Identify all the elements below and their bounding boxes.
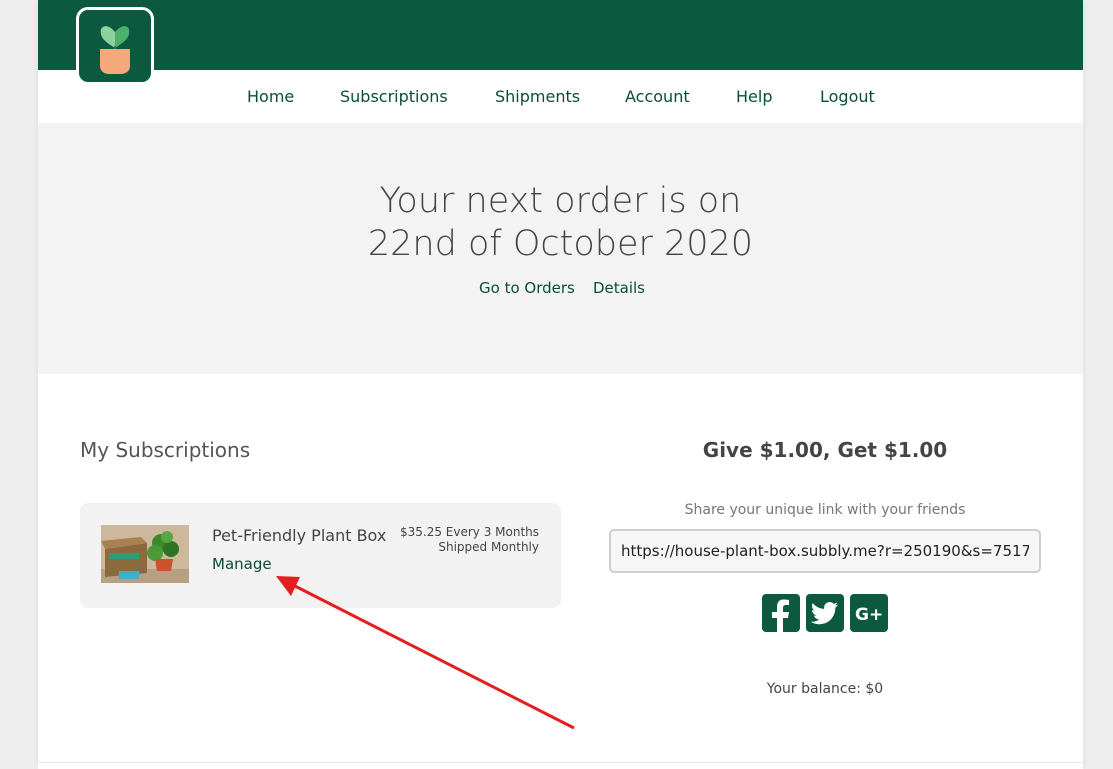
manage-link[interactable]: Manage: [212, 555, 272, 573]
my-subscriptions-title: My Subscriptions: [80, 438, 251, 462]
subscription-card: Pet-Friendly Plant Box Manage $35.25 Eve…: [80, 503, 561, 608]
plant-box-image-icon: [101, 525, 189, 583]
svg-text:G+: G+: [855, 605, 883, 625]
referral-title: Give $1.00, Get $1.00: [702, 438, 948, 462]
nav-home[interactable]: Home: [247, 87, 294, 106]
referral-link-input[interactable]: [609, 529, 1041, 573]
page: Home Subscriptions Shipments Account Hel…: [38, 0, 1083, 769]
nav-subscriptions[interactable]: Subscriptions: [340, 87, 448, 106]
referral-balance: Your balance: $0: [766, 681, 884, 697]
next-order-date: 22nd of October 2020: [367, 224, 754, 264]
nav-logout[interactable]: Logout: [820, 87, 875, 106]
twitter-icon: [810, 602, 838, 625]
nav-help[interactable]: Help: [736, 87, 772, 106]
bottom-divider: [38, 762, 1083, 763]
next-order-hero: Your next order is on 22nd of October 20…: [38, 123, 1083, 374]
twitter-share-button[interactable]: [806, 594, 844, 632]
details-link[interactable]: Details: [593, 279, 645, 297]
plan-price-text: $35.25 Every 3 Months: [399, 525, 539, 539]
facebook-share-button[interactable]: [762, 594, 800, 632]
nav-shipments[interactable]: Shipments: [495, 87, 580, 106]
plan-name: Pet-Friendly Plant Box: [212, 526, 387, 545]
plan-shipping-text: Shipped Monthly: [438, 540, 539, 554]
plan-price: $35.25 Every 3 Months Shipped Monthly: [400, 525, 539, 555]
facebook-icon: [772, 599, 789, 632]
brand-logo[interactable]: [76, 7, 154, 85]
referral-subtitle: Share your unique link with your friends: [684, 502, 966, 518]
plant-pot-logo-icon: [100, 26, 130, 74]
google-plus-share-button[interactable]: G+: [850, 594, 888, 632]
next-order-heading: Your next order is on: [379, 181, 742, 221]
main-nav: Home Subscriptions Shipments Account Hel…: [38, 70, 1083, 123]
nav-account[interactable]: Account: [625, 87, 690, 106]
google-plus-icon: G+: [855, 605, 883, 625]
top-bar: [38, 0, 1083, 70]
go-to-orders-link[interactable]: Go to Orders: [479, 279, 575, 297]
